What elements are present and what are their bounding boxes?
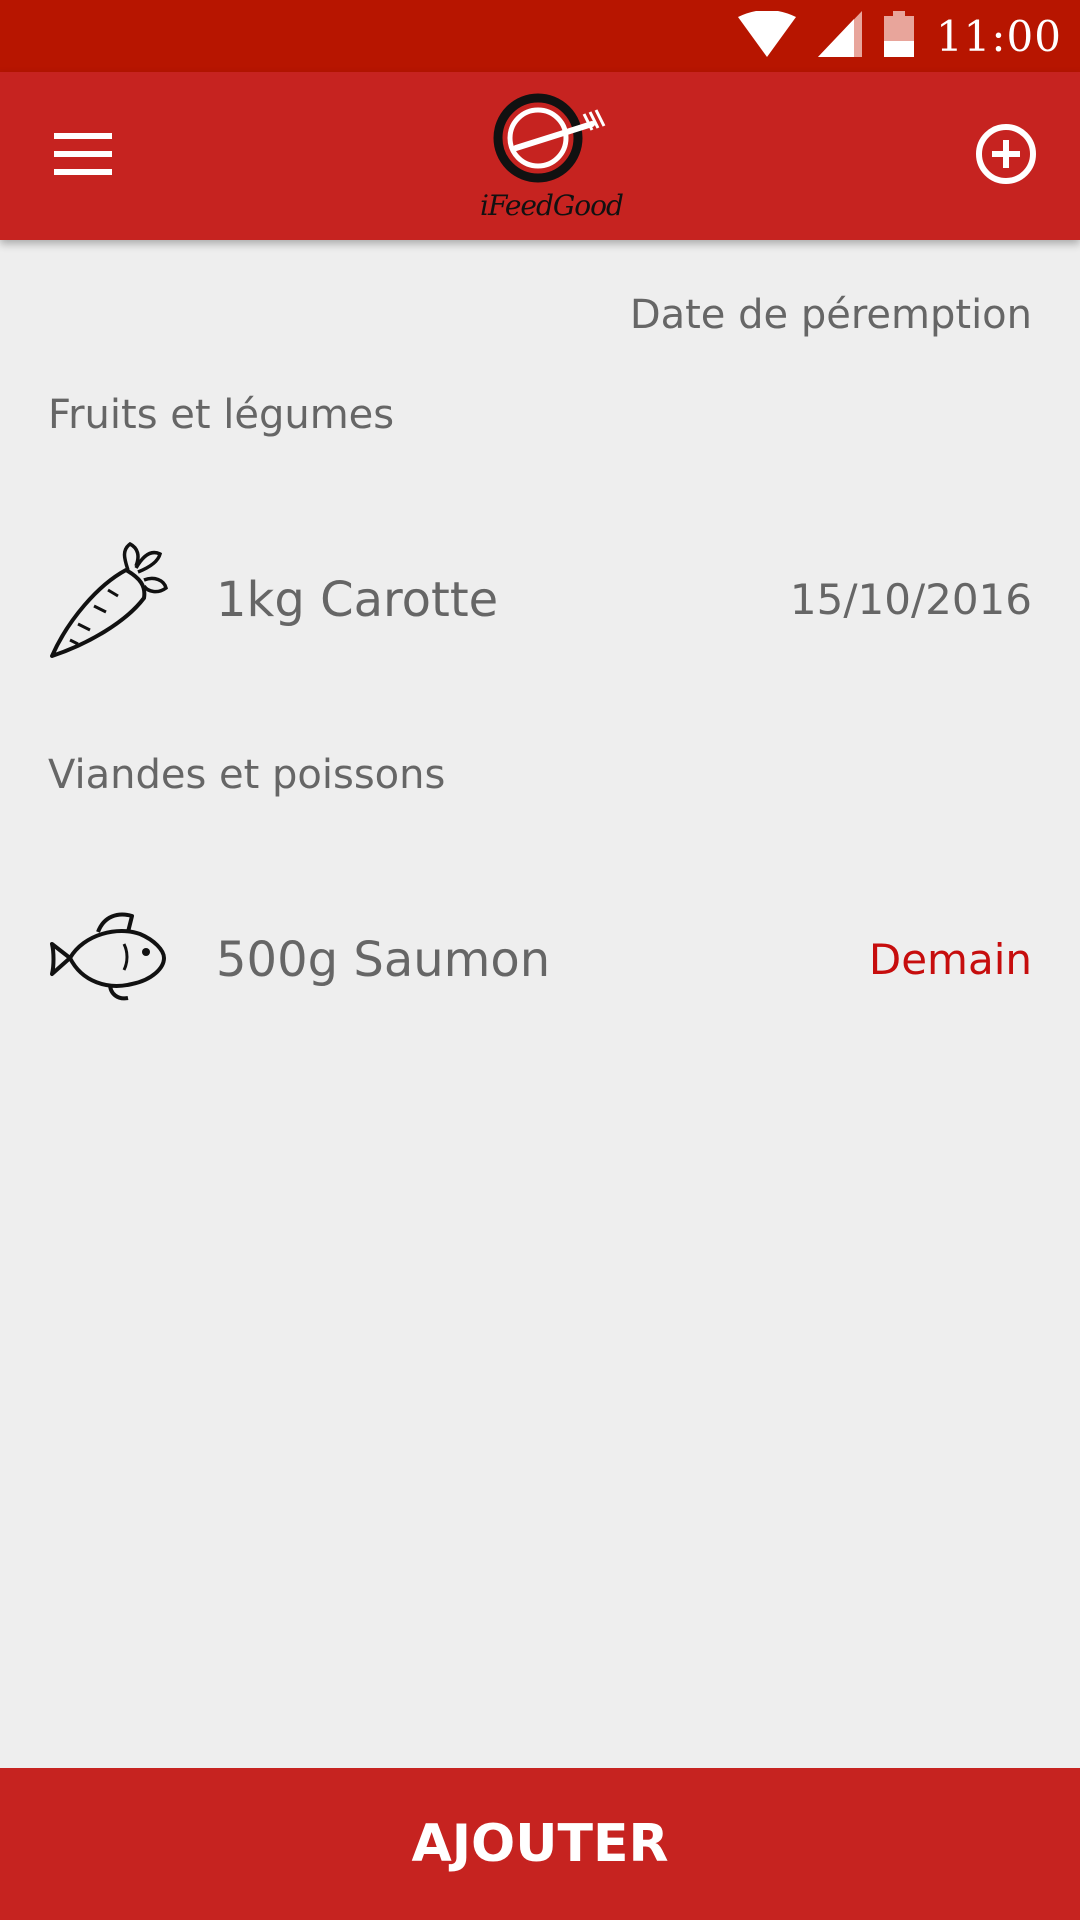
status-time: 11:00	[935, 11, 1062, 61]
status-icons: 11:00	[737, 10, 1062, 62]
app-bar: iFeedGood	[0, 72, 1080, 240]
add-item-button[interactable]: AJOUTER	[0, 1768, 1080, 1920]
item-expiry-date: Demain	[868, 935, 1032, 984]
list-item-carrot[interactable]: 1kg Carotte 15/10/2016	[0, 530, 1080, 670]
fish-icon	[48, 900, 168, 1020]
add-button[interactable]	[966, 116, 1046, 196]
signal-icon	[817, 11, 862, 61]
logo-text: iFeedGood	[480, 189, 624, 222]
item-label: 500g Saumon	[216, 932, 551, 988]
list-item-salmon[interactable]: 500g Saumon Demain	[0, 890, 1080, 1030]
wifi-icon	[737, 10, 796, 61]
item-label: 1kg Carotte	[216, 572, 499, 628]
status-bar: 11:00	[0, 0, 1080, 72]
section-title-meat-fish: Viandes et poissons	[48, 752, 446, 798]
item-expiry-date: 15/10/2016	[789, 575, 1032, 624]
battery-icon	[883, 11, 914, 61]
add-circle-icon	[974, 122, 1038, 190]
hamburger-menu-icon	[54, 133, 112, 179]
food-list: Date de péremption Fruits et légumes 1kg…	[0, 240, 1080, 1768]
app-logo: iFeedGood	[480, 90, 624, 222]
column-header-expiry-date: Date de péremption	[629, 292, 1032, 338]
carrot-icon	[48, 540, 168, 660]
section-title-fruits-vegetables: Fruits et légumes	[48, 392, 395, 438]
menu-button[interactable]	[40, 116, 126, 196]
